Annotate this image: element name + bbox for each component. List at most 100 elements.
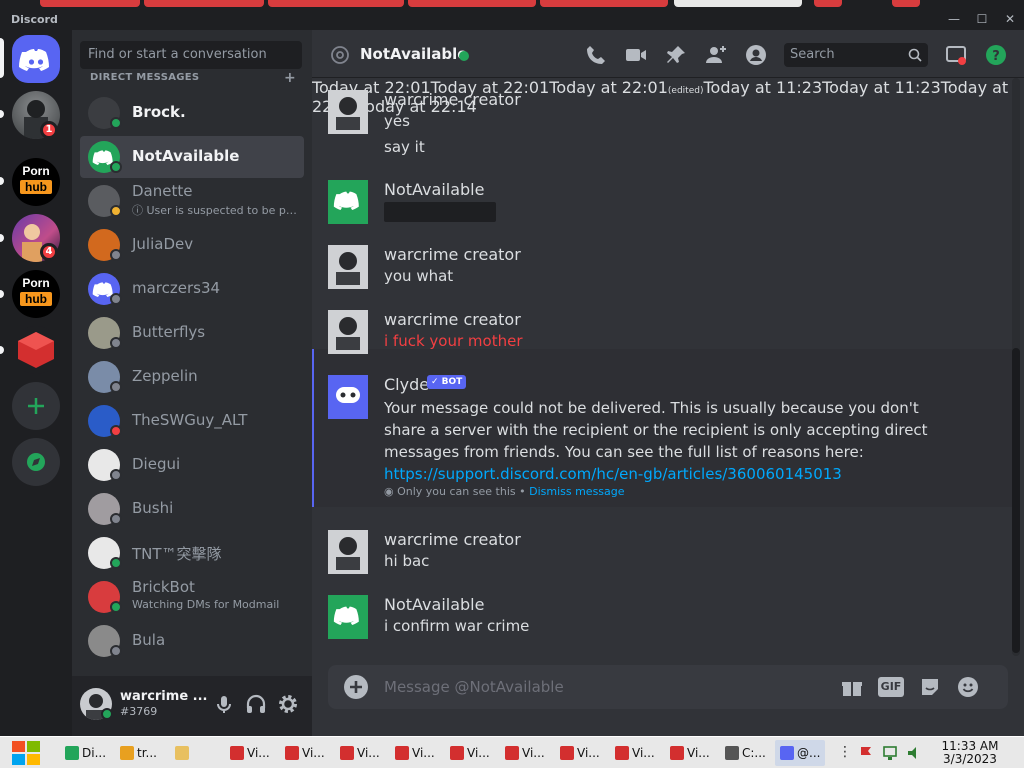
spoiler-text[interactable] [384,202,496,222]
avatar[interactable] [328,310,368,354]
avatar[interactable] [328,90,368,134]
chat-title: NotAvailable [360,45,468,63]
pin-icon[interactable] [664,43,688,67]
avatar[interactable] [328,530,368,574]
minimize-icon[interactable]: — [946,12,962,26]
inbox-icon[interactable] [944,43,968,67]
gift-icon[interactable] [840,675,864,699]
chat-header: NotAvailable Search ? [312,30,1024,78]
home-button[interactable] [12,35,60,83]
hub-top-text: Porn [22,164,50,178]
maximize-icon[interactable]: ☐ [974,12,990,26]
taskbar-item-file-explorer[interactable] [170,740,206,766]
headphones-icon[interactable] [244,692,268,716]
taskbar-item-video[interactable]: Vi... [280,740,330,766]
dm-item-notavailable[interactable]: NotAvailable [80,136,304,178]
message-author[interactable]: warcrime creator [384,530,521,549]
video-icon [450,746,464,760]
video-call-icon[interactable] [624,43,648,67]
browser-tab-strip [0,0,1024,8]
sticker-icon[interactable] [918,675,942,699]
dm-item-brock[interactable]: Brock. [80,92,304,134]
taskbar-item-video[interactable]: Vi... [335,740,385,766]
message-text: you what [384,267,454,285]
dm-item-name: Butterflys [132,323,206,341]
dm-item-tnt[interactable]: TNT™突擊隊 [80,532,304,574]
windows-start-icon[interactable] [10,739,42,767]
volume-icon[interactable] [906,745,922,761]
scrollbar-thumb[interactable] [1012,348,1020,653]
user-profile-icon[interactable] [744,43,768,67]
taskbar-item-chrome[interactable]: tr... [115,740,165,766]
avatar[interactable] [328,180,368,224]
dismiss-message-link[interactable]: Dismiss message [529,485,624,498]
more-icon[interactable]: ⋮ [838,744,852,760]
taskbar-item-label: @... [797,746,821,760]
support-link[interactable]: https://support.discord.com/hc/en-gb/art… [384,465,842,483]
plus-icon [28,398,44,414]
explore-servers-button[interactable] [12,438,60,486]
search-input[interactable]: Search [784,43,928,67]
dm-item-zeppelin[interactable]: Zeppelin [80,356,304,398]
network-icon[interactable] [882,745,898,761]
taskbar-item-video[interactable]: Vi... [665,740,715,766]
taskbar-item-label: Vi... [632,746,655,760]
plus-icon[interactable]: + [284,72,296,84]
taskbar-item-video[interactable]: Vi... [390,740,440,766]
ephemeral-text: Only you can see this • [397,485,530,498]
taskbar-clock[interactable]: 11:33 AM 3/3/2023 [932,740,1008,766]
dm-item-brickbot[interactable]: BrickBot Watching DMs for Modmail [80,576,304,618]
message-author[interactable]: warcrime creator [384,245,521,264]
gif-button[interactable]: GIF [878,677,904,697]
avatar[interactable] [328,245,368,289]
at-sign-icon [331,46,349,64]
taskbar-item-video[interactable]: Vi... [610,740,660,766]
taskbar-item-video[interactable]: Vi... [500,740,550,766]
dm-item-bula[interactable]: Bula [80,620,304,662]
find-conversation-button[interactable]: Find or start a conversation [80,41,302,69]
dm-item-juliadev[interactable]: JuliaDev [80,224,304,266]
upload-plus-icon[interactable] [344,675,368,699]
dm-item-butterflys[interactable]: Butterflys [80,312,304,354]
user-panel: warcrime ... #3769 [72,676,312,736]
server-icon-hub-2[interactable]: Porn hub [12,270,60,318]
message-author[interactable]: NotAvailable [384,180,484,199]
dm-item-danette[interactable]: Danette ⓘ User is suspected to be part of… [80,180,304,222]
bot-badge: ✓ BOT [427,375,467,389]
taskbar-item-spotify[interactable]: Di... [60,740,110,766]
server-icon-bricks[interactable] [12,326,60,374]
taskbar-item-video[interactable]: Vi... [225,740,275,766]
microphone-icon[interactable] [212,692,236,716]
add-server-button[interactable] [12,382,60,430]
avatar[interactable] [328,595,368,639]
taskbar-item-label: Vi... [687,746,710,760]
dm-item-bushi[interactable]: Bushi [80,488,304,530]
message-author[interactable]: Clyde [384,375,429,394]
status-dot [110,337,122,349]
dm-item-name: Diegui [132,455,181,473]
close-icon[interactable]: ✕ [1002,12,1018,26]
message-author[interactable]: NotAvailable [384,595,484,614]
taskbar-item-video[interactable]: Vi... [445,740,495,766]
compass-icon [27,453,45,471]
gear-icon[interactable] [276,692,300,716]
taskbar-item-discord[interactable]: @... [775,740,825,766]
message-input[interactable] [384,665,784,709]
emoji-icon[interactable] [956,675,980,699]
add-friend-icon[interactable] [704,43,728,67]
user-name[interactable]: warcrime ... [120,689,207,704]
voice-call-icon[interactable] [584,43,608,67]
taskbar-item-video[interactable]: Vi... [555,740,605,766]
message-author[interactable]: warcrime creator [384,90,521,109]
clyde-avatar[interactable] [328,375,368,419]
taskbar-item-label: Vi... [522,746,545,760]
dm-item-theswguy-alt[interactable]: TheSWGuy_ALT [80,400,304,442]
dm-item-name: marczers34 [132,279,221,297]
flag-icon[interactable] [858,745,874,761]
dm-item-marczers34[interactable]: marczers34 [80,268,304,310]
help-icon[interactable]: ? [984,43,1008,67]
taskbar-item-console[interactable]: C:... [720,740,770,766]
server-icon-hub[interactable]: Porn hub [12,158,60,206]
message-author[interactable]: warcrime creator [384,310,521,329]
dm-item-diegui[interactable]: Diegui [80,444,304,486]
